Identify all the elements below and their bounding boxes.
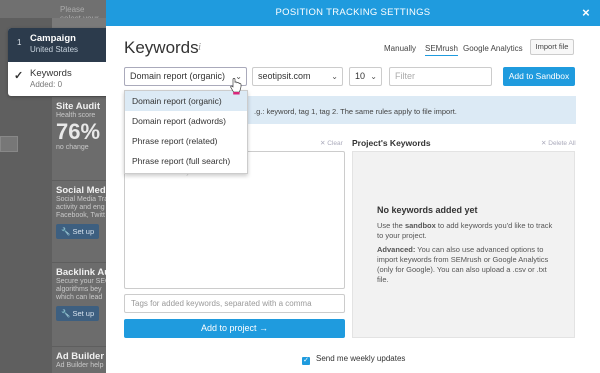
modal-header: POSITION TRACKING SETTINGS × <box>106 0 600 26</box>
tab-manually[interactable]: Manually <box>384 44 416 53</box>
step-keywords[interactable]: ✓ Keywords Added: 0 <box>8 62 110 96</box>
setup-button[interactable]: 🔧 Set up <box>56 306 100 321</box>
background-fragment <box>0 136 18 152</box>
card-title: Backlink Audit <box>56 267 106 278</box>
close-icon[interactable]: × <box>582 0 590 26</box>
step-campaign[interactable]: 1 Campaign United States <box>8 28 110 62</box>
projects-keywords-heading: Project's Keywords <box>352 138 431 148</box>
count-value: 10 <box>355 71 366 81</box>
hand-cursor-icon <box>230 78 242 95</box>
setup-button[interactable]: 🔧 Set up <box>56 224 100 239</box>
card-text: Social Media Tra <box>56 196 106 203</box>
card-text: Secure your SEO <box>56 278 106 285</box>
card-text: Facebook, Twitt <box>56 212 105 219</box>
chevron-down-icon: ⌄ <box>331 72 338 81</box>
card-text: activity and eng <box>56 204 105 211</box>
background-card-backlink-audit: Backlink Audit Secure your SEO algorithm… <box>52 262 106 346</box>
tags-input[interactable]: Tags for added keywords, separated with … <box>124 294 345 313</box>
domain-select[interactable]: seotipsit.com ⌄ <box>252 67 343 86</box>
step-subtitle: Added: 0 <box>30 80 63 89</box>
card-text: algorithms bey <box>56 286 102 293</box>
position-tracking-modal: POSITION TRACKING SETTINGS × Keywords i … <box>106 0 600 373</box>
project-keywords-panel: No keywords added yet Use the sandbox to… <box>352 151 575 338</box>
card-text: Ad Builder help <box>56 362 104 369</box>
background-card-ad-builder: Ad Builder Ad Builder help <box>52 346 106 373</box>
clear-link[interactable]: ✕ Clear <box>320 139 343 147</box>
step-title: Keywords <box>30 68 72 79</box>
report-type-value: Domain report (organic) <box>130 71 226 81</box>
domain-value: seotipsit.com <box>258 71 311 81</box>
dropdown-option[interactable]: Phrase report (related) <box>125 131 247 151</box>
dropdown-option[interactable]: Domain report (adwords) <box>125 111 247 131</box>
checkmark-icon: ✓ <box>14 70 24 82</box>
tab-semrush[interactable]: SEMrush <box>425 44 458 56</box>
setup-steps: 1 Campaign United States ✓ Keywords Adde… <box>8 28 110 96</box>
empty-state-text: Use the sandbox to add keywords you'd li… <box>377 221 553 240</box>
card-text: which can lead <box>56 294 103 301</box>
step-title: Campaign <box>30 33 76 44</box>
card-title: Site Audit <box>56 101 100 112</box>
delete-all-link[interactable]: ✕ Delete All <box>541 139 576 147</box>
weekly-updates-checkbox[interactable]: ✓ Send me weekly updates <box>302 354 405 365</box>
report-type-dropdown: Domain report (organic) Domain report (a… <box>124 90 248 174</box>
background-card-site-audit: Site Audit Health score 76% no change <box>52 96 106 180</box>
tab-google-analytics[interactable]: Google Analytics <box>463 44 523 53</box>
background-top-text: Please select your <box>0 0 106 23</box>
page-title: Keywords <box>124 38 199 57</box>
info-icon[interactable]: i <box>198 41 201 53</box>
health-score: 76% <box>56 119 101 144</box>
add-to-sandbox-button[interactable]: Add to Sandbox <box>503 67 575 86</box>
empty-state-title: No keywords added yet <box>377 205 478 215</box>
dropdown-option[interactable]: Phrase report (full search) <box>125 151 247 171</box>
step-subtitle: United States <box>30 45 79 54</box>
card-title: Ad Builder <box>56 351 105 362</box>
dropdown-option[interactable]: Domain report (organic) <box>125 91 247 111</box>
import-file-button[interactable]: Import file <box>530 39 574 55</box>
weekly-label: Send me weekly updates <box>316 354 406 363</box>
add-to-project-button[interactable]: Add to project → <box>124 319 345 338</box>
card-text: no change <box>56 144 89 151</box>
chevron-down-icon: ⌄ <box>370 72 377 81</box>
step-number: 1 <box>17 38 22 47</box>
filter-input[interactable]: Filter <box>389 67 492 86</box>
modal-title: POSITION TRACKING SETTINGS <box>275 7 431 18</box>
count-select[interactable]: 10 ⌄ <box>349 67 382 86</box>
background-card-social-media: Social Media Social Media Tra activity a… <box>52 180 106 264</box>
card-title: Social Media <box>56 185 106 196</box>
checkbox-checked-icon: ✓ <box>302 357 310 365</box>
empty-state-advanced: Advanced: You can also use advanced opti… <box>377 245 549 284</box>
report-type-select[interactable]: Domain report (organic) ⌄ <box>124 67 247 86</box>
